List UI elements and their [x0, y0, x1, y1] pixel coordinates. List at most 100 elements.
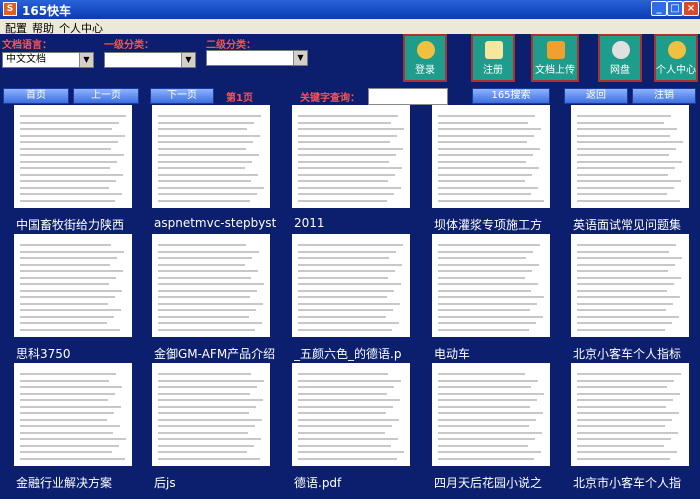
- thumbnail-text-line: [158, 328, 255, 331]
- level2-select[interactable]: ▼: [206, 50, 308, 66]
- document-thumbnail[interactable]: [292, 363, 410, 466]
- thumbnail-text-line: [158, 373, 251, 375]
- keyword-label: 关键字查询：: [300, 89, 360, 104]
- document-thumbnail[interactable]: [432, 105, 550, 208]
- language-select[interactable]: 中文文档 ▼: [2, 52, 94, 68]
- thumbnail-text-line: [298, 147, 403, 150]
- thumbnail-text-line: [298, 322, 399, 324]
- document-caption[interactable]: 后js: [154, 474, 289, 491]
- chevron-down-icon: ▼: [293, 51, 307, 65]
- document-thumbnail[interactable]: [571, 363, 689, 466]
- personal-center-button[interactable]: 个人中心: [654, 34, 698, 82]
- thumbnail-text-line: [298, 386, 394, 388]
- thumbnail-text-line: [20, 276, 116, 279]
- document-thumbnail[interactable]: [571, 105, 689, 208]
- document-caption[interactable]: 金融行业解决方案: [16, 474, 151, 491]
- document-caption[interactable]: aspnetmvc-stepbyst: [154, 216, 289, 230]
- thumbnail-text-line: [298, 121, 391, 124]
- document-thumbnail[interactable]: [432, 363, 550, 466]
- document-caption[interactable]: 北京市小客车个人指: [573, 474, 700, 491]
- thumbnail-text-line: [577, 405, 666, 408]
- back-button[interactable]: 返回: [564, 88, 628, 104]
- upload-button[interactable]: 文档上传: [531, 34, 579, 82]
- document-caption[interactable]: _五颜六色_的德语.p: [294, 345, 429, 362]
- maximize-button[interactable]: □: [667, 1, 683, 16]
- thumbnail-text-line: [298, 257, 389, 259]
- prev-page-button[interactable]: 上一页: [73, 88, 139, 104]
- thumbnail-text-line: [577, 186, 674, 189]
- thumbnail-text-line: [20, 128, 112, 130]
- document-caption[interactable]: 中国畜牧街给力陕西: [16, 216, 151, 233]
- thumbnail-text-line: [438, 418, 536, 421]
- document-caption[interactable]: 思科3750: [16, 345, 151, 362]
- first-page-button[interactable]: 首页: [3, 88, 69, 104]
- thumbnail-text-line: [298, 250, 396, 253]
- thumbnail-text-line: [577, 296, 680, 298]
- thumbnail-text-line: [438, 315, 543, 318]
- register-button[interactable]: 注册: [471, 34, 515, 82]
- thumbnail-text-line: [577, 276, 681, 279]
- document-thumbnail[interactable]: [152, 363, 270, 466]
- thumbnail-text-line: [158, 405, 256, 408]
- person-icon: [668, 41, 686, 59]
- search-button[interactable]: 165搜索: [472, 88, 550, 104]
- thumbnail-text-line: [158, 276, 251, 279]
- thumbnail-text-line: [298, 186, 401, 189]
- thumbnail-text-line: [20, 315, 114, 318]
- thumbnail-text-line: [298, 457, 397, 460]
- netdisk-button[interactable]: 网盘: [598, 34, 642, 82]
- thumbnail-text-line: [438, 115, 535, 117]
- minimize-button[interactable]: _: [651, 1, 667, 16]
- document-thumbnail[interactable]: [432, 234, 550, 337]
- keyword-input[interactable]: [368, 88, 448, 105]
- document-caption[interactable]: 英语面试常见问题集: [573, 216, 700, 233]
- thumbnail-text-line: [438, 160, 526, 163]
- document-caption[interactable]: 电动车: [434, 345, 569, 362]
- thumbnail-text-line: [158, 121, 254, 124]
- thumbnail-text-line: [438, 386, 531, 388]
- level1-label: 一级分类：: [104, 36, 154, 51]
- thumbnail-text-line: [158, 134, 260, 137]
- thumbnail-text-line: [158, 289, 257, 292]
- thumbnail-text-line: [20, 418, 107, 421]
- document-thumbnail[interactable]: [292, 234, 410, 337]
- thumbnail-text-line: [577, 167, 675, 169]
- thumbnail-text-line: [298, 115, 398, 117]
- thumbnail-text-line: [20, 425, 120, 427]
- document-thumbnail[interactable]: [14, 363, 132, 466]
- thumbnail-text-line: [158, 322, 262, 324]
- level1-select[interactable]: ▼: [104, 52, 196, 68]
- document-caption[interactable]: 四月天后花园小说之: [434, 474, 569, 491]
- thumbnail-text-line: [438, 199, 544, 202]
- close-button[interactable]: ×: [683, 1, 699, 16]
- document-caption[interactable]: 坝体灌浆专项施工方: [434, 216, 569, 233]
- thumbnail-text-line: [438, 379, 538, 382]
- document-caption[interactable]: 北京小客车个人指标: [573, 345, 700, 362]
- thumbnail-text-line: [20, 289, 122, 292]
- thumbnail-text-line: [438, 141, 527, 143]
- document-caption[interactable]: 2011: [294, 216, 429, 230]
- document-thumbnail[interactable]: [292, 105, 410, 208]
- logout-button[interactable]: 注销: [632, 88, 696, 104]
- thumbnail-text-line: [158, 283, 264, 285]
- thumbnail-text-line: [438, 373, 525, 375]
- thumbnail-text-line: [298, 199, 387, 202]
- document-thumbnail[interactable]: [14, 234, 132, 337]
- thumbnail-text-line: [438, 193, 531, 195]
- thumbnail-text-line: [577, 147, 676, 150]
- document-thumbnail[interactable]: [152, 234, 270, 337]
- thumbnail-text-line: [158, 425, 255, 427]
- document-thumbnail[interactable]: [152, 105, 270, 208]
- login-button[interactable]: 登录: [403, 34, 447, 82]
- thumbnail-text-line: [577, 141, 683, 143]
- user-icon: [417, 41, 435, 59]
- document-caption[interactable]: 德语.pdf: [294, 474, 429, 491]
- thumbnail-text-line: [577, 250, 669, 253]
- next-page-button[interactable]: 下一页: [150, 88, 214, 104]
- thumbnail-text-line: [438, 186, 538, 189]
- document-thumbnail[interactable]: [571, 234, 689, 337]
- document-thumbnail[interactable]: [14, 105, 132, 208]
- document-caption[interactable]: 金御GM-AFM产品介绍: [154, 345, 289, 362]
- thumbnail-text-line: [438, 134, 534, 137]
- thumbnail-text-line: [577, 438, 671, 440]
